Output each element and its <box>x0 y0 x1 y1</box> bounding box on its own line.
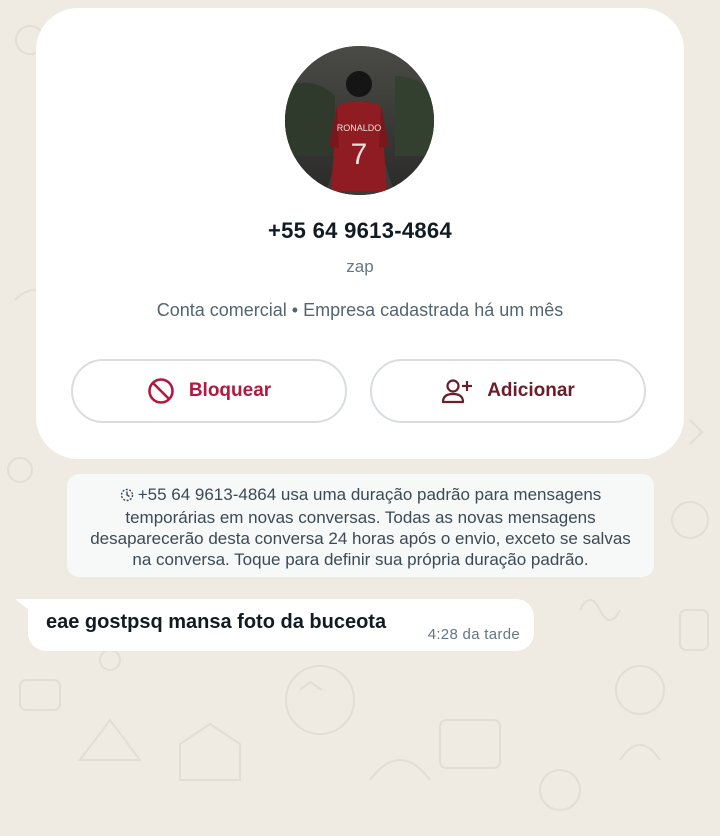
avatar-shirt-text: RONALDO <box>337 123 382 133</box>
block-button[interactable]: Bloquear <box>71 359 347 423</box>
disappearing-timer-icon <box>120 486 134 507</box>
incoming-message-bubble[interactable]: eae gostpsq mansa foto da buceota 4:28 d… <box>28 599 534 651</box>
contact-profile-name: zap <box>346 257 374 276</box>
contact-info-card: RONALDO 7 +55 64 9613-4864 zap Conta com… <box>36 8 684 459</box>
message-timestamp: 4:28 da tarde <box>427 626 520 643</box>
avatar-photo: RONALDO 7 <box>285 46 434 195</box>
block-icon <box>147 377 175 405</box>
disappearing-messages-notice[interactable]: +55 64 9613-4864 usa uma duração padrão … <box>67 474 654 577</box>
add-contact-button-label: Adicionar <box>487 380 575 401</box>
block-button-label: Bloquear <box>188 380 272 401</box>
disappearing-notice-text: +55 64 9613-4864 usa uma duração padrão … <box>90 485 631 569</box>
business-account-info: Conta comercial • Empresa cadastrada há … <box>156 300 564 320</box>
add-contact-icon <box>441 378 473 404</box>
avatar-shirt-number: 7 <box>351 138 368 171</box>
add-contact-button[interactable]: Adicionar <box>370 359 646 423</box>
contact-phone-number: +55 64 9613-4864 <box>267 218 453 243</box>
message-text: eae gostpsq mansa foto da buceota <box>46 611 387 633</box>
avatar[interactable]: RONALDO 7 <box>285 46 434 195</box>
